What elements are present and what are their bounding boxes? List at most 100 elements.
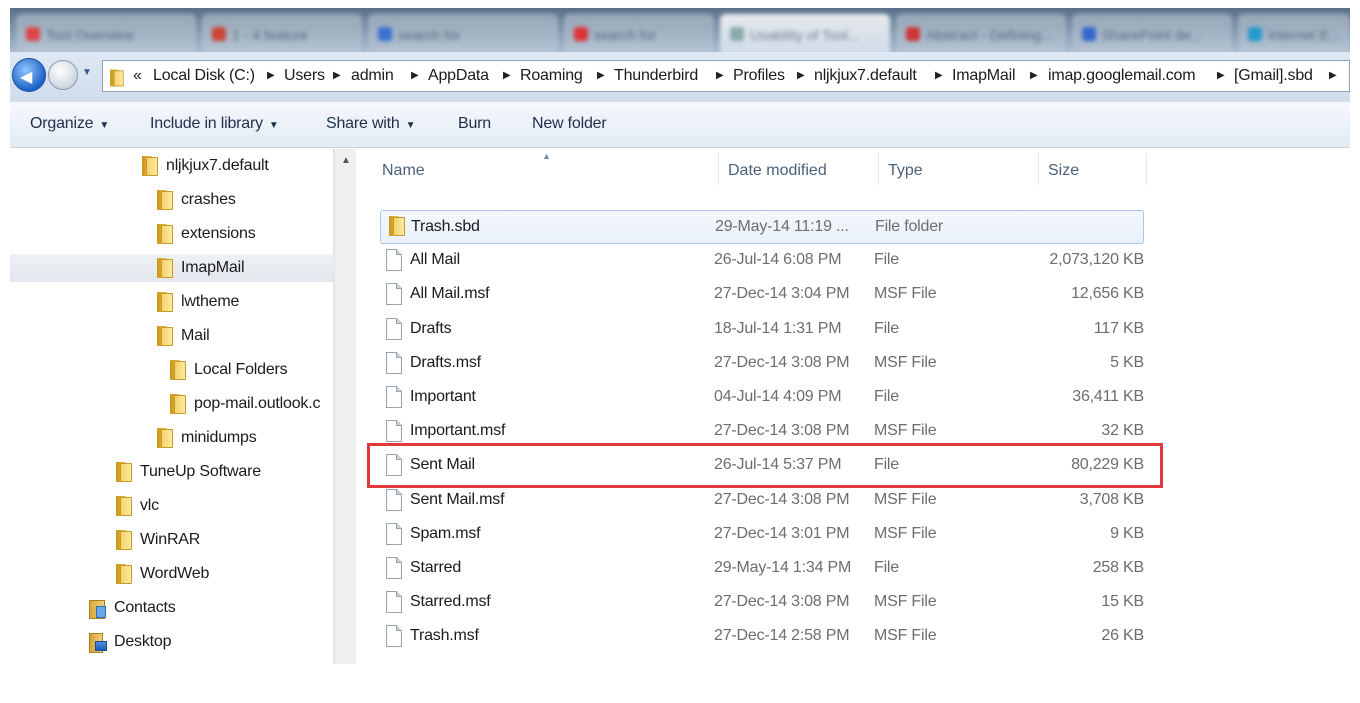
file-row[interactable]: Starred.msf 27-Dec-14 3:08 PM MSF File 15 K… xyxy=(380,586,1144,620)
breadcrumb-item[interactable]: [Gmail].sbd xyxy=(1234,67,1313,85)
file-name: Drafts.msf xyxy=(410,353,481,371)
column-divider[interactable] xyxy=(878,153,879,185)
file-row[interactable]: Important 04-Jul-14 4:09 PM File 36,411 KB xyxy=(380,381,1144,415)
nav-item-lwtheme[interactable]: lwtheme xyxy=(10,288,334,316)
file-row[interactable]: Trash.sbd 29-May-14 11:19 ... File folder xyxy=(380,210,1144,244)
background-tab[interactable]: SharePoint de... xyxy=(1072,14,1232,54)
column-divider[interactable] xyxy=(718,153,719,185)
nav-item-wordweb[interactable]: WordWeb xyxy=(10,560,334,588)
nav-item-nljkjux7-default[interactable]: nljkjux7.default xyxy=(10,152,334,180)
navigation-scrollbar[interactable]: ▲ xyxy=(334,149,356,664)
breadcrumb-item[interactable]: nljkjux7.default xyxy=(814,67,917,85)
breadcrumb-chevron-icon[interactable]: ▶ xyxy=(597,70,605,81)
file-name: Important.msf xyxy=(410,422,506,440)
recent-pages-dropdown-icon[interactable]: ▼ xyxy=(82,67,92,78)
nav-item-pop-mail-outlook[interactable]: pop-mail.outlook.c xyxy=(10,390,334,418)
column-divider[interactable] xyxy=(1038,153,1039,185)
breadcrumb-chevron-icon[interactable]: ▶ xyxy=(1329,70,1337,81)
background-tab[interactable]: Internet E... xyxy=(1238,14,1350,54)
active-tab[interactable]: Usability of Tool... xyxy=(720,14,890,54)
address-bar[interactable]: « Local Disk (C:) ▶ Users ▶ admin ▶ AppD… xyxy=(102,60,1350,92)
file-row[interactable]: Drafts.msf 27-Dec-14 3:08 PM MSF File 5 KB xyxy=(380,347,1144,381)
breadcrumb-item[interactable]: Thunderbird xyxy=(614,67,698,85)
nav-item-mail[interactable]: Mail xyxy=(10,322,334,350)
nav-item-imapmail[interactable]: ImapMail xyxy=(10,254,334,282)
share-with-button[interactable]: Share with ▼ xyxy=(326,115,416,133)
chevron-down-icon: ▼ xyxy=(405,120,416,131)
file-size: 3,708 KB xyxy=(1079,490,1144,508)
file-row[interactable]: Sent Mail.msf 27-Dec-14 3:08 PM MSF File 3,… xyxy=(380,484,1144,518)
background-tab[interactable]: search for xyxy=(368,14,558,54)
nav-item-minidumps[interactable]: minidumps xyxy=(10,424,334,452)
nav-item-tuneup-software[interactable]: TuneUp Software xyxy=(10,458,334,486)
nav-item-desktop[interactable]: Desktop xyxy=(10,628,334,656)
file-type: MSF File xyxy=(874,524,937,542)
scroll-up-arrow-icon[interactable]: ▲ xyxy=(341,155,351,166)
nav-item-winrar[interactable]: WinRAR xyxy=(10,526,334,554)
breadcrumb-chevron-icon[interactable]: ▶ xyxy=(935,70,943,81)
folder-icon xyxy=(114,564,132,584)
background-tab[interactable]: 1 - 4 feature xyxy=(202,14,362,54)
nav-item-vlc[interactable]: vlc xyxy=(10,492,334,520)
breadcrumb-overflow[interactable]: « xyxy=(133,67,142,85)
breadcrumb-item[interactable]: AppData xyxy=(428,67,489,85)
file-size: 36,411 KB xyxy=(1072,388,1144,405)
folder-icon xyxy=(155,292,173,312)
file-date-modified: 18-Jul-14 1:31 PM xyxy=(714,319,842,337)
breadcrumb-item[interactable]: Users xyxy=(284,67,325,85)
breadcrumb-chevron-icon[interactable]: ▶ xyxy=(267,70,275,81)
nav-item-label: TuneUp Software xyxy=(140,463,261,480)
file-row[interactable]: Starred 29-May-14 1:34 PM File 258 KB xyxy=(380,552,1144,586)
nav-item-local-folders[interactable]: Local Folders xyxy=(10,356,334,384)
address-row: ◀ ▼ « Local Disk (C:) ▶ Users ▶ admin ▶ … xyxy=(10,52,1350,102)
column-header-type[interactable]: Type xyxy=(888,162,923,180)
tab-favicon-icon xyxy=(730,27,744,41)
new-folder-button[interactable]: New folder xyxy=(532,115,607,133)
breadcrumb-chevron-icon[interactable]: ▶ xyxy=(797,70,805,81)
breadcrumb-item[interactable]: Roaming xyxy=(520,67,583,85)
sort-ascending-icon: ▲ xyxy=(542,151,551,161)
file-date-modified: 26-Jul-14 6:08 PM xyxy=(714,251,842,269)
tab-favicon-icon xyxy=(1082,27,1096,41)
file-row[interactable]: Trash.msf 27-Dec-14 2:58 PM MSF File 26 KB xyxy=(380,620,1144,654)
breadcrumb-chevron-icon[interactable]: ▶ xyxy=(1030,70,1038,81)
column-divider[interactable] xyxy=(1146,153,1147,185)
include-in-library-button[interactable]: Include in library ▼ xyxy=(150,115,279,133)
back-button[interactable]: ◀ xyxy=(12,58,46,92)
breadcrumb-chevron-icon[interactable]: ▶ xyxy=(503,70,511,81)
file-size: 9 KB xyxy=(1110,524,1144,542)
file-row[interactable]: All Mail.msf 27-Dec-14 3:04 PM MSF File 12,… xyxy=(380,278,1144,312)
column-header-size[interactable]: Size xyxy=(1048,162,1079,180)
breadcrumb-chevron-icon[interactable]: ▶ xyxy=(411,70,419,81)
nav-item-label: pop-mail.outlook.c xyxy=(194,395,321,412)
breadcrumb-item[interactable]: Local Disk (C:) xyxy=(153,67,255,85)
file-type: MSF File xyxy=(874,285,937,303)
breadcrumb-item[interactable]: Profiles xyxy=(733,67,785,85)
breadcrumb-chevron-icon[interactable]: ▶ xyxy=(1217,70,1225,81)
breadcrumb-item[interactable]: admin xyxy=(351,67,394,85)
file-type: File xyxy=(874,388,899,405)
column-header-name[interactable]: Name xyxy=(382,162,425,180)
file-type: MSF File xyxy=(874,490,937,508)
tab-label: search for xyxy=(398,27,461,43)
nav-item-extensions[interactable]: extensions xyxy=(10,220,334,248)
forward-button[interactable] xyxy=(48,60,78,90)
nav-item-crashes[interactable]: crashes xyxy=(10,186,334,214)
file-icon xyxy=(386,283,402,306)
file-row[interactable]: Spam.msf 27-Dec-14 3:01 PM MSF File 9 KB xyxy=(380,518,1144,552)
breadcrumb-item[interactable]: imap.googlemail.com xyxy=(1048,67,1196,85)
breadcrumb-chevron-icon[interactable]: ▶ xyxy=(333,70,341,81)
background-tab[interactable]: Abstract - Defining... xyxy=(896,14,1066,54)
breadcrumb-item[interactable]: ImapMail xyxy=(952,67,1016,85)
folder-icon xyxy=(155,190,173,210)
nav-item-contacts[interactable]: Contacts xyxy=(10,594,334,622)
burn-button[interactable]: Burn xyxy=(458,115,491,133)
organize-button[interactable]: Organize ▼ xyxy=(30,115,109,133)
background-tab[interactable]: search for xyxy=(564,14,714,54)
tab-label: Internet E... xyxy=(1268,27,1341,43)
background-tab[interactable]: Tool Overview xyxy=(16,14,196,54)
file-row[interactable]: Drafts 18-Jul-14 1:31 PM File 117 KB xyxy=(380,313,1144,347)
column-header-date-modified[interactable]: Date modified xyxy=(728,162,827,180)
file-row[interactable]: All Mail 26-Jul-14 6:08 PM File 2,073,120 K… xyxy=(380,244,1144,278)
breadcrumb-chevron-icon[interactable]: ▶ xyxy=(716,70,724,81)
